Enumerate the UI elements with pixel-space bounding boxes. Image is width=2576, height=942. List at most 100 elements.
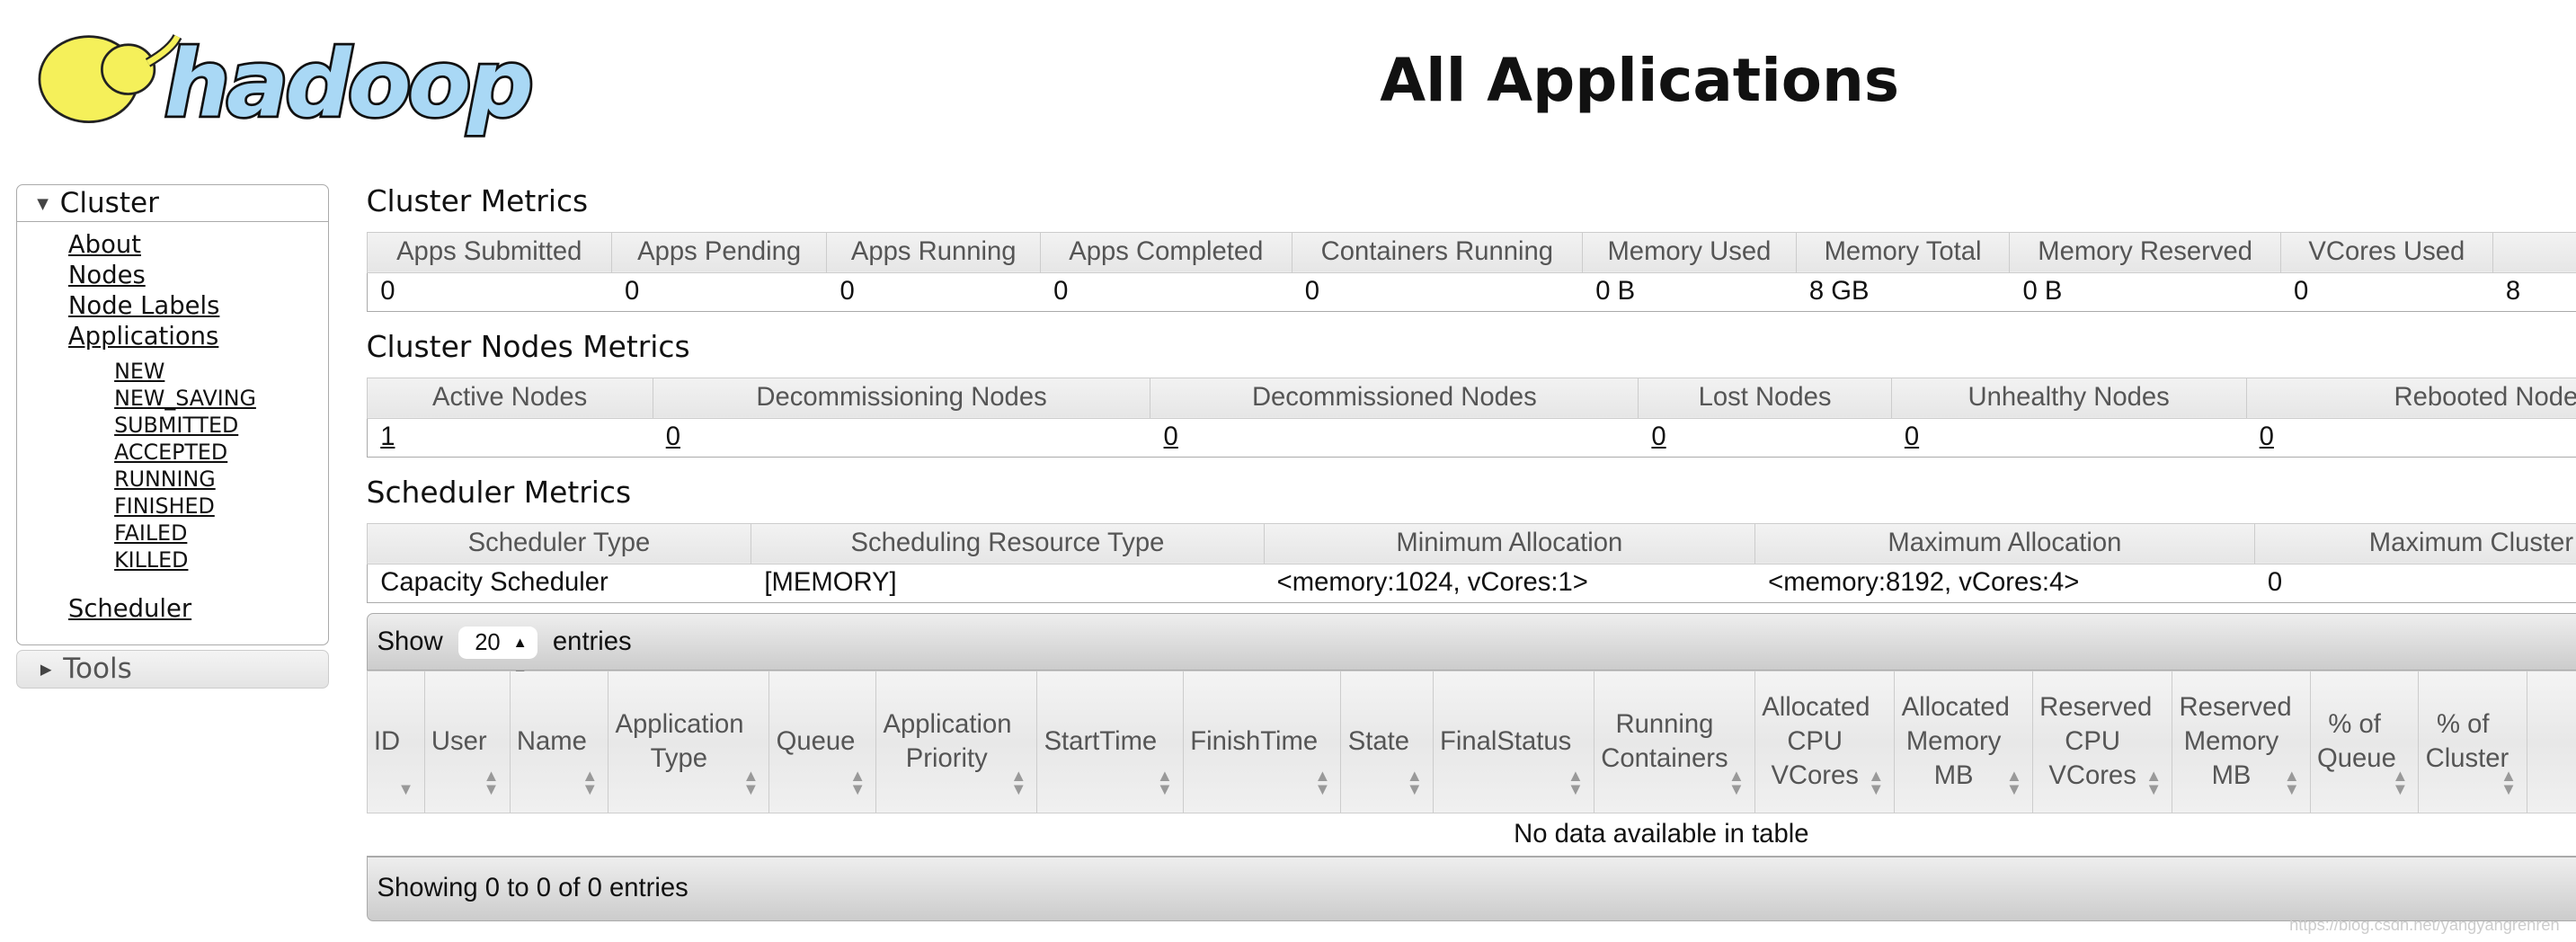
nav-nodes[interactable]: Nodes [68, 261, 328, 291]
column-header: Containers Running [1291, 231, 1584, 273]
column-label: ID [373, 727, 401, 757]
metric-link[interactable]: 0 [1651, 422, 1666, 451]
column-header: Maximum Allocation [1754, 522, 2255, 564]
nav-state-running[interactable]: RUNNING [114, 467, 327, 493]
column-header: Decommissioning Nodes [652, 377, 1151, 419]
tools-label: Tools [63, 653, 132, 686]
sort-both-icon: ▲ ▼ [1314, 766, 1331, 798]
column-header-sortable[interactable]: Name ▲ ▼ [509, 670, 609, 813]
table-cell: 0 [653, 418, 1150, 458]
column-header-sortable[interactable]: ID ▼ [366, 670, 425, 813]
table-cell: 1 [366, 418, 653, 458]
nav-state-submitted[interactable]: SUBMITTED [114, 413, 327, 440]
cluster-metrics-title: Cluster Metrics [366, 183, 589, 219]
column-header: Memory Used [1582, 231, 1797, 273]
column-header-sortable[interactable]: % of Queue ▲ ▼ [2309, 670, 2420, 813]
table-row: 000000 B8 GB 0 B08 [366, 272, 2576, 312]
cluster-metrics-table: Apps Submitted Apps Pending Apps Running Ap… [366, 231, 2576, 312]
column-header: Decommissioned Nodes [1150, 377, 1639, 419]
column-header-sortable[interactable]: Reserved CPU VCores ▲ ▼ [2031, 670, 2173, 813]
sort-both-icon: ▲ ▼ [1156, 766, 1173, 798]
sort-both-icon: ▲ ▼ [2145, 766, 2163, 798]
table-cell: [MEMORY] [751, 564, 1265, 603]
nav-state-finished[interactable]: FINISHED [114, 493, 327, 520]
metric-link[interactable]: 0 [1164, 422, 1178, 451]
column-header-sortable[interactable]: % of Cluster ▲ ▼ [2418, 670, 2527, 813]
main-content: Cluster Metrics Apps Submitted Apps Pendi… [366, 181, 2576, 921]
caret-right-icon: ▶ [40, 661, 52, 679]
column-header-sortable[interactable]: Running Containers ▲ ▼ [1593, 670, 1755, 813]
applications-table: ID ▼ User ▲ ▼ Name ▲ ▼ Application Type ▲ ▼ Queue ▲ ▼… [366, 670, 2576, 858]
column-header: Apps Submitted [366, 231, 612, 273]
column-header: Lost Nodes [1638, 377, 1892, 419]
table-cell: 8 [2492, 272, 2576, 312]
column-header-sortable[interactable]: Allocated CPU VCores ▲ ▼ [1754, 670, 1896, 813]
table-cell: 0 [1638, 418, 1892, 458]
entries-per-page-select[interactable]: 20▲▼ [457, 626, 537, 683]
column-header-sortable[interactable]: Application Priority ▲ ▼ [875, 670, 1038, 813]
column-header-sortable[interactable]: Application Type ▲ ▼ [608, 670, 770, 813]
table-cell: 0 [1292, 272, 1583, 312]
cluster-nodes-metrics-title: Cluster Nodes Metrics [366, 329, 690, 365]
column-label: Application Type [615, 709, 744, 774]
sort-both-icon: ▲ ▼ [742, 766, 759, 798]
table-length-bar: Show 20▲▼ entries [366, 612, 2576, 683]
table-cell: <memory:1024, vCores:1> [1264, 564, 1755, 603]
nav-scheduler[interactable]: Scheduler [68, 594, 328, 625]
column-header: VCores Used [2279, 231, 2493, 273]
column-header: Unhealthy Nodes [1890, 377, 2247, 419]
show-label: Show [377, 627, 443, 656]
nav-node-labels[interactable]: Node Labels [68, 291, 328, 322]
nav-state-new[interactable]: NEW [114, 359, 327, 386]
column-label: % of Queue [2317, 709, 2396, 774]
scheduler-metrics-table: Scheduler Type Scheduling Resource Type Mi… [366, 522, 2576, 603]
cluster-section-header[interactable]: ▼ Cluster [17, 185, 328, 222]
column-header-sortable[interactable]: User ▲ ▼ [423, 670, 511, 813]
table-cell: 0 [1150, 418, 1639, 458]
column-header-sortable[interactable]: Allocated Memory MB ▲ ▼ [1894, 670, 2033, 813]
sort-both-icon: ▲ ▼ [1406, 766, 1423, 798]
nav-about[interactable]: About [68, 230, 328, 261]
sort-both-icon: ▲ ▼ [1728, 766, 1745, 798]
column-label: Allocated CPU VCores [1762, 692, 1870, 791]
column-header-sortable[interactable]: StartTime ▲ ▼ [1036, 670, 1184, 813]
table-cell: 0 [826, 272, 1041, 312]
column-header-sortable[interactable]: FinalStatus ▲ ▼ [1432, 670, 1594, 813]
table-row-empty: No data available in table [367, 813, 2576, 858]
tools-section-header[interactable]: ▶ Tools [16, 650, 329, 689]
table-cell: 0 B [2009, 272, 2281, 312]
empty-message: No data available in table [367, 813, 2576, 858]
metric-link[interactable]: 1 [380, 422, 395, 451]
metric-link[interactable]: 0 [2260, 422, 2274, 451]
nav-state-killed[interactable]: KILLED [114, 547, 327, 574]
nav-state-accepted[interactable]: ACCEPTED [114, 440, 327, 467]
nav-state-new-saving[interactable]: NEW_SAVING [114, 386, 327, 413]
column-header: Apps Pending [610, 231, 828, 273]
caret-down-icon: ▼ [37, 194, 49, 212]
page-title: All Applications [1380, 46, 1900, 116]
table-cell: 0 [1891, 418, 2247, 458]
nav-state-failed[interactable]: FAILED [114, 520, 327, 547]
column-header: Maximum Cluster Application Priority [2253, 522, 2576, 564]
entries-value: 20 [475, 629, 501, 655]
column-header-sortable[interactable]: State ▲ ▼ [1340, 670, 1434, 813]
column-header-sortable[interactable]: Progress▲▼ [2527, 670, 2576, 813]
column-header: VCores Total [2492, 231, 2576, 273]
table-cell: 0 [366, 272, 612, 312]
sort-both-icon: ▲ ▼ [582, 766, 599, 798]
metric-link[interactable]: 0 [666, 422, 680, 451]
column-header: Minimum Allocation [1263, 522, 1756, 564]
sort-both-icon: ▲ ▼ [849, 766, 866, 798]
column-header-sortable[interactable]: Reserved Memory MB ▲ ▼ [2172, 670, 2311, 813]
metric-link[interactable]: 0 [1905, 422, 1919, 451]
column-header: Rebooted Nodes [2245, 377, 2576, 419]
nav-applications[interactable]: Applications [68, 322, 328, 352]
column-header-sortable[interactable]: Queue ▲ ▼ [768, 670, 877, 813]
column-label: Allocated Memory MB [1901, 692, 2010, 791]
sort-both-icon: ▲ ▼ [2500, 766, 2518, 798]
column-header-sortable[interactable]: FinishTime ▲ ▼ [1182, 670, 1342, 813]
cluster-nodes-metrics-table: Active Nodes Decommissioning Nodes Decommi… [366, 377, 2576, 458]
sort-both-icon: ▲ ▼ [483, 766, 500, 798]
column-label: Reserved CPU VCores [2039, 692, 2153, 791]
sort-both-icon: ▲ ▼ [2005, 766, 2022, 798]
